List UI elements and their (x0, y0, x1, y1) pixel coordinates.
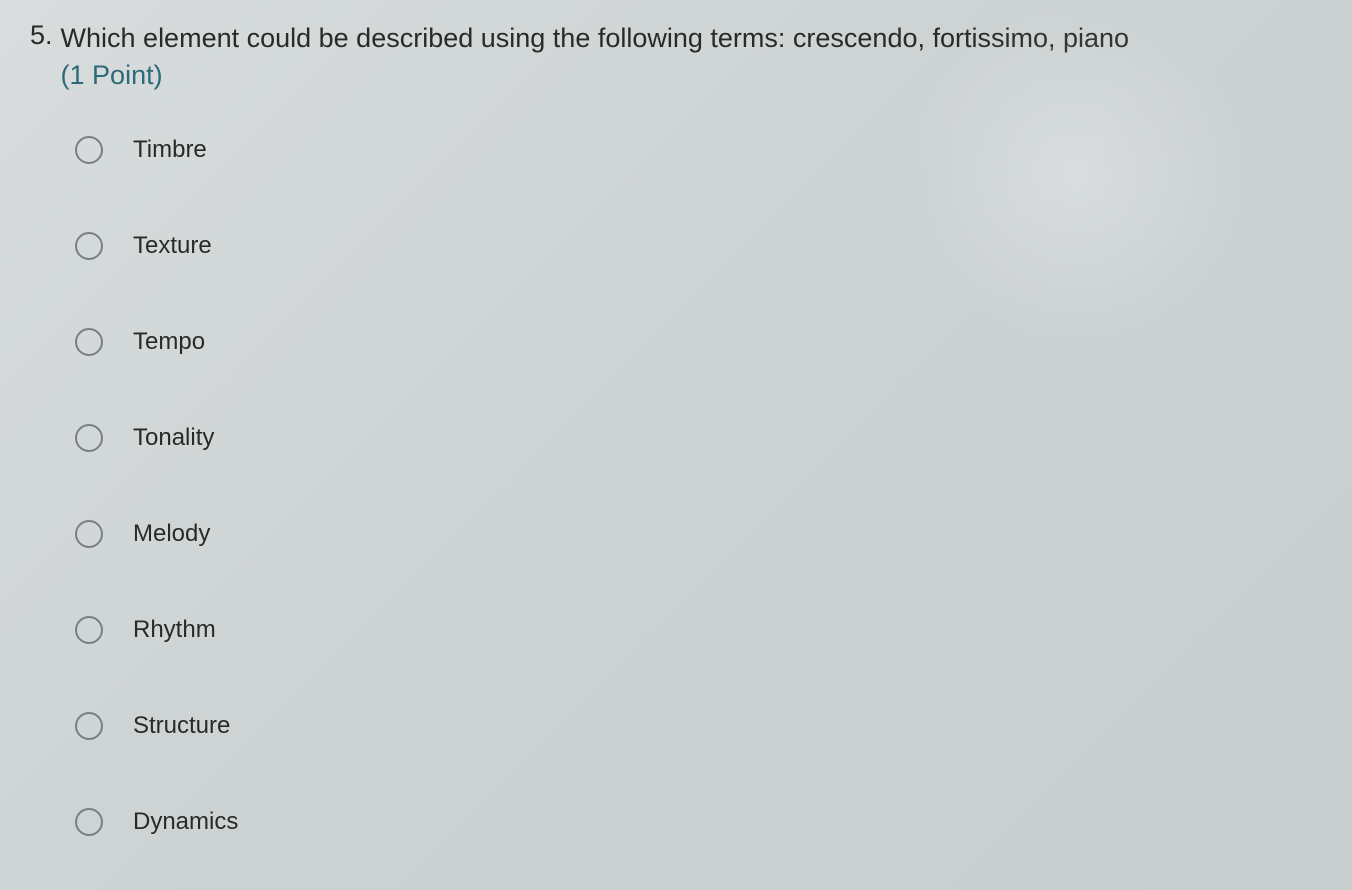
radio-icon (75, 232, 103, 260)
option-label: Dynamics (133, 808, 238, 836)
option-tonality[interactable]: Tonality (75, 424, 1322, 452)
option-label: Timbre (133, 136, 207, 164)
question-header: 5. Which element could be described usin… (30, 20, 1322, 91)
option-structure[interactable]: Structure (75, 712, 1322, 740)
radio-icon (75, 520, 103, 548)
radio-icon (75, 808, 103, 836)
radio-icon (75, 328, 103, 356)
option-label: Tempo (133, 328, 205, 356)
option-label: Rhythm (133, 616, 216, 644)
option-label: Melody (133, 520, 210, 548)
question-container: 5. Which element could be described usin… (30, 20, 1322, 836)
question-text-wrapper: Which element could be described using t… (61, 20, 1322, 91)
question-number: 5. (30, 20, 53, 51)
option-timbre[interactable]: Timbre (75, 136, 1322, 164)
radio-icon (75, 424, 103, 452)
radio-icon (75, 136, 103, 164)
option-texture[interactable]: Texture (75, 232, 1322, 260)
option-label: Structure (133, 712, 230, 740)
option-tempo[interactable]: Tempo (75, 328, 1322, 356)
radio-icon (75, 616, 103, 644)
points-label: (1 Point) (61, 60, 1322, 91)
option-label: Tonality (133, 424, 214, 452)
options-list: Timbre Texture Tempo Tonality Melody Rhy… (30, 136, 1322, 836)
option-label: Texture (133, 232, 212, 260)
option-melody[interactable]: Melody (75, 520, 1322, 548)
radio-icon (75, 712, 103, 740)
option-rhythm[interactable]: Rhythm (75, 616, 1322, 644)
question-text: Which element could be described using t… (61, 20, 1322, 58)
option-dynamics[interactable]: Dynamics (75, 808, 1322, 836)
